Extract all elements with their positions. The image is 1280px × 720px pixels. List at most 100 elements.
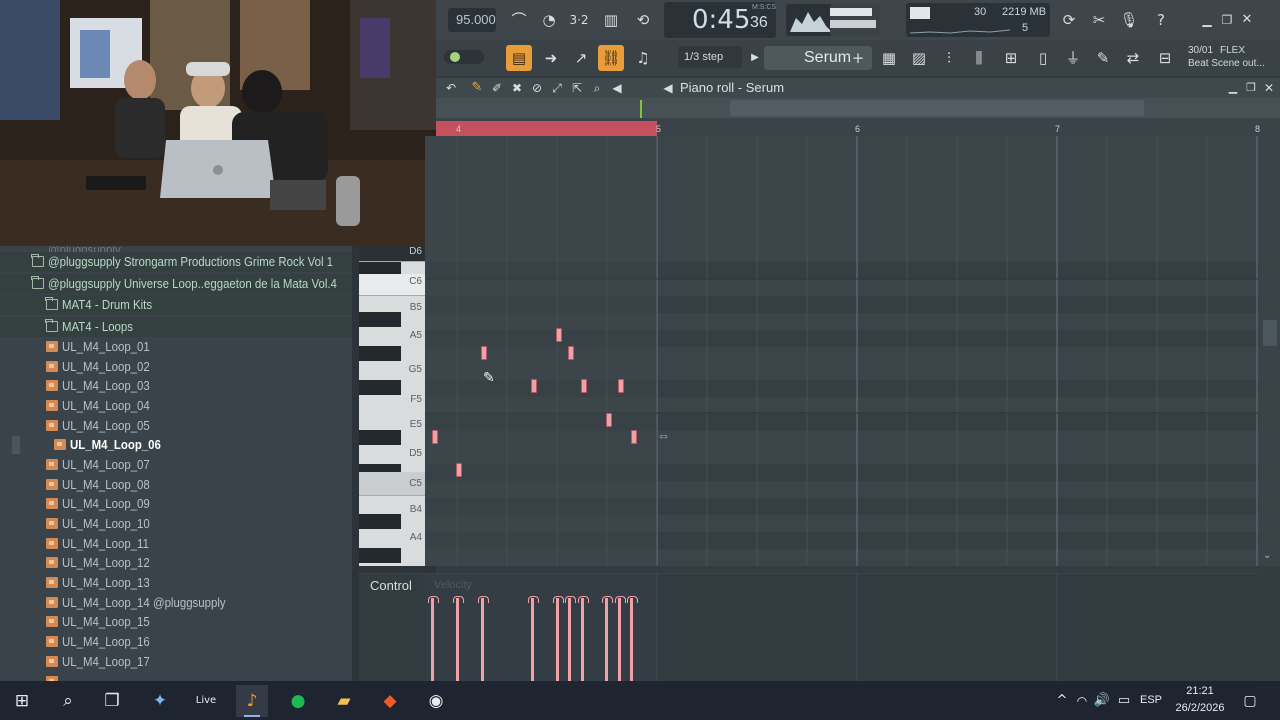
overview-window[interactable] xyxy=(730,100,1144,116)
minimize-icon[interactable]: ▁ xyxy=(1198,7,1216,33)
mixer-sliders-icon[interactable]: ⫼ xyxy=(966,45,992,71)
step-edit-icon[interactable]: ▥ xyxy=(598,7,624,33)
metronome-icon[interactable]: ⌒ xyxy=(506,7,532,33)
event-editor[interactable]: Control Velocity xyxy=(359,573,1259,681)
plugin-icon[interactable]: ⏚ xyxy=(1060,45,1086,71)
mixer-icon[interactable]: ⫶ xyxy=(936,45,962,71)
browser-file[interactable]: UL_M4_Loop_08 xyxy=(0,475,352,495)
countdown-icon[interactable]: 3·2 xyxy=(566,7,592,33)
link-icon[interactable]: ⛓ xyxy=(598,45,624,71)
midi-note[interactable] xyxy=(581,379,587,393)
cart-icon[interactable]: ⊟ xyxy=(1152,45,1178,71)
news-title[interactable]: FLEX xyxy=(1220,45,1245,56)
browser-file[interactable]: UL_M4_Loop_09 xyxy=(0,494,352,514)
browser-folder-loops[interactable]: MAT4 - Loops xyxy=(0,317,352,337)
midi-note[interactable] xyxy=(531,379,537,393)
live-app-icon[interactable]: Live xyxy=(190,685,222,717)
loop-record-icon[interactable]: ⟲ xyxy=(630,7,656,33)
step-icon[interactable]: ↗ xyxy=(568,45,594,71)
playlist-icon[interactable]: ▦ xyxy=(876,45,902,71)
browser-file[interactable]: UL_M4_Loop_14 @pluggsupply xyxy=(0,593,352,613)
velocity-bar[interactable] xyxy=(553,596,564,681)
browser-pack-2[interactable]: @pluggsupply Universe Loop..eggaeton de … xyxy=(0,274,352,294)
browser-pack-1[interactable]: @pluggsupply Strongarm Productions Grime… xyxy=(0,252,352,272)
tools-icon[interactable]: ✂ xyxy=(1086,7,1112,33)
piano-keyboard[interactable]: D6 C6 B5 A5 G5 F5 E5 D5 C5 B4 A4 xyxy=(359,246,425,566)
pitch-knob[interactable] xyxy=(444,50,484,64)
arrow-right-icon[interactable]: ➜ xyxy=(538,45,564,71)
piano-roll-vscroll[interactable]: ⌄ xyxy=(1259,136,1280,566)
browser-folder-drum-kits[interactable]: MAT4 - Drum Kits xyxy=(0,295,352,315)
browser-file[interactable]: UL_M4_Loop_04 xyxy=(0,396,352,416)
velocity-bar[interactable] xyxy=(627,596,638,681)
time-display[interactable]: 0:45 36 M:S:CS xyxy=(664,2,776,38)
midi-note[interactable] xyxy=(618,379,624,393)
typing-keyboard-icon[interactable]: ♫ xyxy=(630,45,656,71)
browser-file[interactable]: UL_M4_Loop_15 xyxy=(0,612,352,632)
loop-region[interactable] xyxy=(436,121,657,136)
browser-file[interactable]: UL_M4_Loop_17 xyxy=(0,652,352,672)
midi-note[interactable] xyxy=(606,413,612,427)
fl-studio-taskbar-icon[interactable]: ♪ xyxy=(236,685,268,717)
browser-file-partial[interactable] xyxy=(0,672,352,681)
microphone-icon[interactable]: 🎙 xyxy=(1116,7,1142,33)
file-icon[interactable]: ▯ xyxy=(1030,45,1056,71)
midi-note[interactable] xyxy=(631,430,637,444)
windows-start-icon[interactable]: ⊞ xyxy=(6,685,38,717)
control-target[interactable]: Velocity xyxy=(434,579,472,591)
news-subtitle[interactable]: Beat Scene out... xyxy=(1188,58,1265,69)
velocity-bar[interactable] xyxy=(602,596,613,681)
velocity-bar[interactable] xyxy=(528,596,539,681)
task-view-icon[interactable]: ❐ xyxy=(96,685,128,717)
browser-file[interactable]: UL_M4_Loop_10 xyxy=(0,514,352,534)
browser-file[interactable]: UL_M4_Loop_13 xyxy=(0,573,352,593)
close-icon[interactable]: ✕ xyxy=(1238,7,1256,33)
control-label[interactable]: Control xyxy=(370,578,412,593)
search-icon[interactable]: ⌕ xyxy=(52,685,84,717)
copilot-icon[interactable]: ✦ xyxy=(144,685,176,717)
velocity-bar[interactable] xyxy=(453,596,464,681)
browser-file[interactable]: UL_M4_Loop_16 xyxy=(0,632,352,652)
midi-note[interactable] xyxy=(568,346,574,360)
midi-note[interactable] xyxy=(432,430,438,444)
snap-selector[interactable]: 1/3 step xyxy=(678,46,742,68)
velocity-bar[interactable] xyxy=(578,596,589,681)
clock-date[interactable]: 26/2/2026 xyxy=(1168,702,1232,714)
browser-file[interactable]: UL_M4_Loop_05 xyxy=(0,416,352,436)
file-explorer-icon[interactable]: ▰ xyxy=(328,685,360,717)
browser-file[interactable]: UL_M4_Loop_12 xyxy=(0,553,352,573)
scroll-down-icon[interactable]: ⌄ xyxy=(1263,550,1271,561)
browser-file[interactable]: UL_M4_Loop_11 xyxy=(0,534,352,554)
velocity-bar[interactable] xyxy=(478,596,489,681)
browser-panel[interactable]: @pluggsupply ... @pluggsupply Strongarm … xyxy=(0,246,352,681)
velocity-bar[interactable] xyxy=(615,596,626,681)
piano-roll-icon[interactable]: ▤ xyxy=(506,45,532,71)
channel-rack-icon[interactable]: ▨ xyxy=(906,45,932,71)
browser-file[interactable]: UL_M4_Loop_01 xyxy=(0,337,352,357)
add-icon[interactable]: + xyxy=(848,45,868,71)
wrench-icon[interactable]: ✎ xyxy=(1090,45,1116,71)
midi-note[interactable] xyxy=(481,346,487,360)
velocity-bar[interactable] xyxy=(428,596,439,681)
help-icon[interactable]: ? xyxy=(1148,7,1174,33)
browser-file-selected[interactable]: UL_M4_Loop_06 xyxy=(0,435,352,455)
refresh-icon[interactable]: ⟳ xyxy=(1056,7,1082,33)
play-arrow-icon[interactable]: ▶ xyxy=(748,45,762,71)
note-overview-bar[interactable] xyxy=(436,98,1280,118)
vscroll-thumb[interactable] xyxy=(1263,320,1277,346)
notification-icon[interactable]: ▢ xyxy=(1234,685,1266,717)
language-indicator[interactable]: ESP xyxy=(1136,694,1166,706)
recording-app-icon[interactable]: ◉ xyxy=(420,685,452,717)
wait-record-icon[interactable]: ◔ xyxy=(536,7,562,33)
note-grid[interactable]: ⇔ ✎ xyxy=(425,136,1259,566)
tempo-display[interactable]: 95.000 xyxy=(448,8,496,32)
midi-note[interactable] xyxy=(556,328,562,342)
velocity-bar[interactable] xyxy=(565,596,576,681)
resize-handle-icon[interactable]: ⇔ xyxy=(659,430,668,443)
browser-tree-icon[interactable]: ⊞ xyxy=(998,45,1024,71)
clock-time[interactable]: 21:21 xyxy=(1172,685,1228,697)
browser-file[interactable]: UL_M4_Loop_07 xyxy=(0,455,352,475)
spotify-icon[interactable]: ● xyxy=(282,685,314,717)
browser-file[interactable]: UL_M4_Loop_03 xyxy=(0,376,352,396)
browser-file[interactable]: UL_M4_Loop_02 xyxy=(0,357,352,377)
